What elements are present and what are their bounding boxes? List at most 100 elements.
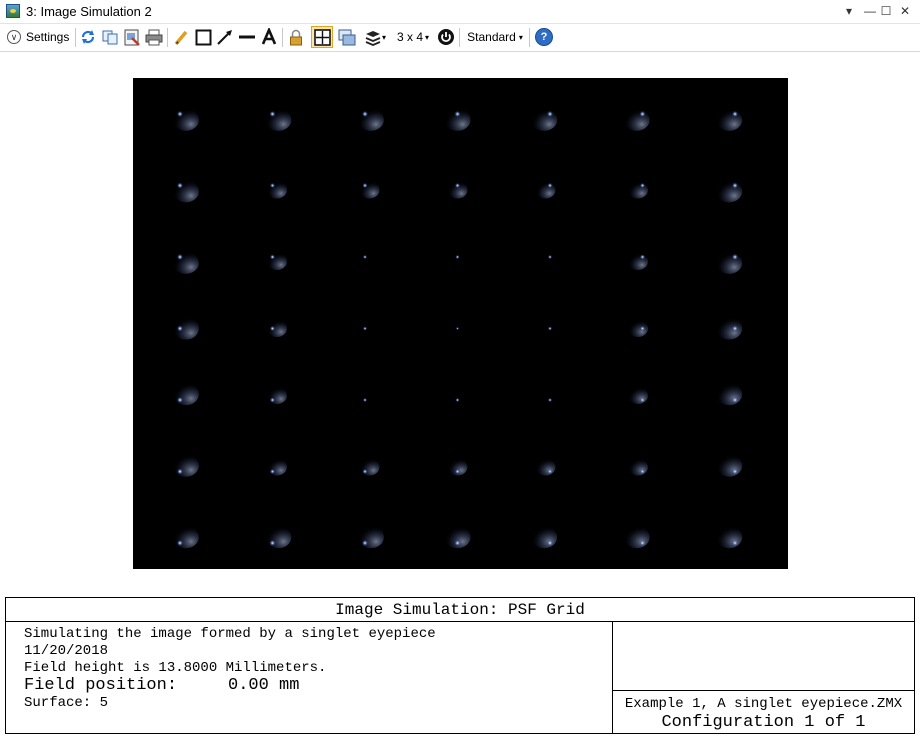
psf-spot [731,110,739,118]
chevron-down-icon: ∨ [7,30,21,44]
window-titlebar: 3: Image Simulation 2 ▾ — ☐ ✕ [0,0,920,24]
pencil-tool-button[interactable] [172,27,190,47]
line-tool-button[interactable] [237,27,257,47]
psf-flare [716,251,743,274]
psf-spot [639,468,646,475]
psf-spot [176,539,184,547]
psf-flare [357,526,384,549]
help-button[interactable]: ? [534,27,554,47]
info-panel: Image Simulation: PSF Grid Simulating th… [5,597,915,734]
grid-size-dropdown[interactable]: 3 x 4 ▾ [394,27,432,47]
psf-flare [265,526,292,549]
grid-layout-icon [313,28,331,46]
arrow-icon [217,30,232,45]
psf-spot [362,468,368,475]
arrow-tool-button[interactable] [215,27,235,47]
save-button[interactable] [122,27,142,47]
app-icon [6,4,20,18]
psf-flare [716,180,743,203]
psf-flare [716,108,743,131]
close-button[interactable]: ✕ [896,2,914,20]
printer-icon [145,29,163,45]
standard-dropdown[interactable]: Standard ▾ [465,27,525,47]
psf-spot [731,396,739,404]
text-icon [261,28,277,45]
surface-line: Surface: 5 [24,695,109,711]
text-tool-button[interactable] [259,27,279,47]
psf-flare [531,108,558,131]
pencil-icon [174,30,188,45]
psf-spot [639,397,646,403]
psf-spot [546,110,554,118]
field-position-line: Field position: 0.00 mm [24,676,300,695]
lock-icon [290,29,302,45]
psf-spot [176,110,184,118]
psf-flare [172,383,199,406]
psf-flare [172,108,199,131]
copy-button[interactable] [100,27,120,47]
refresh-button[interactable] [79,27,97,47]
psf-spot [176,253,184,261]
psf-flare [535,181,556,199]
psf-spot [269,325,276,332]
rectangle-icon [195,29,211,45]
toolbar: ∨ Settings ▾ 3 x 4 ▾ Standard ▾ ? [0,24,920,52]
layout-toggle-button[interactable] [311,26,333,48]
psf-flare [172,317,199,340]
copy-icon [102,30,117,45]
settings-button[interactable]: ∨ Settings [7,27,73,47]
psf-spot [639,182,646,189]
psf-spot [176,396,184,404]
psf-spot [455,326,460,331]
simulated-image[interactable] [133,78,788,569]
psf-spot [546,539,554,547]
psf-flare [628,458,648,476]
window-menu-button[interactable]: ▾ [840,2,858,20]
psf-spot [176,468,184,475]
psf-flare [716,317,743,340]
info-title: Image Simulation: PSF Grid [6,598,914,622]
psf-spot [269,397,276,403]
maximize-button[interactable]: ☐ [877,2,895,20]
psf-grid [172,108,743,549]
auto-update-button[interactable] [436,27,456,47]
psf-spot [547,397,553,403]
psf-spot [731,325,739,332]
psf-spot [639,110,646,118]
lens-file-name: Example 1, A singlet eyepiece.ZMX [624,696,903,712]
psf-spot [454,182,461,189]
psf-flare [628,387,648,404]
power-icon [438,29,454,45]
grid-size-label: 3 x 4 [396,30,423,44]
psf-spot [639,539,646,547]
psf-spot [361,110,369,118]
psf-flare [357,108,384,131]
window-layout-button[interactable] [337,27,357,47]
psf-flare [172,180,199,203]
save-image-icon [124,29,140,46]
rectangle-tool-button[interactable] [193,27,213,47]
psf-flare [359,458,380,476]
description-line: Simulating the image formed by a singlet… [24,626,436,642]
toolbar-separator [282,28,283,47]
psf-spot [454,110,461,118]
help-icon: ? [535,28,553,46]
psf-flare [172,454,199,477]
refresh-icon [81,30,95,44]
psf-flare [531,526,558,549]
psf-spot [362,326,368,331]
windows-icon [338,29,356,45]
lock-button[interactable] [286,27,306,47]
info-divider [612,690,914,691]
psf-spot [547,326,553,331]
psf-spot [269,182,276,189]
psf-spot [547,254,553,260]
psf-spot [454,539,461,547]
psf-spot [547,468,553,475]
toolbar-separator [459,28,460,47]
psf-spot [731,468,739,475]
layers-dropdown-button[interactable]: ▾ [361,27,389,47]
print-button[interactable] [144,27,164,47]
toolbar-separator [75,28,76,47]
psf-spot [362,254,368,260]
